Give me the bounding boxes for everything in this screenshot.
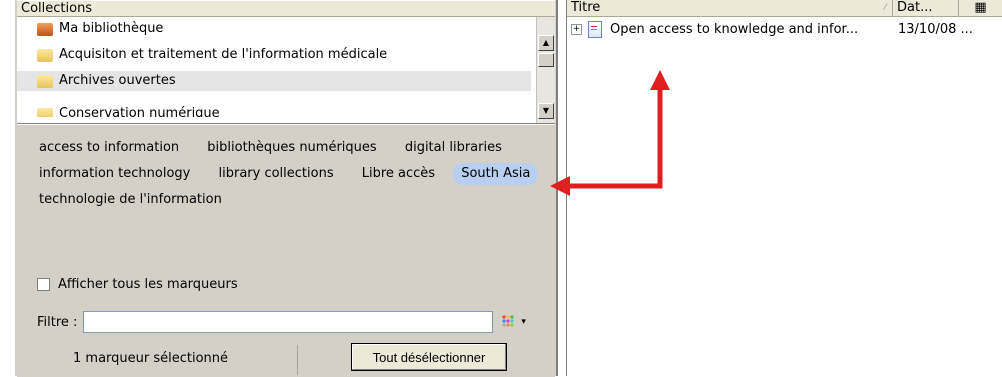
annotation-arrow-icon [550,70,670,196]
app-frame: Collections Ma bibliothèque Acquisiton e… [14,0,1002,377]
